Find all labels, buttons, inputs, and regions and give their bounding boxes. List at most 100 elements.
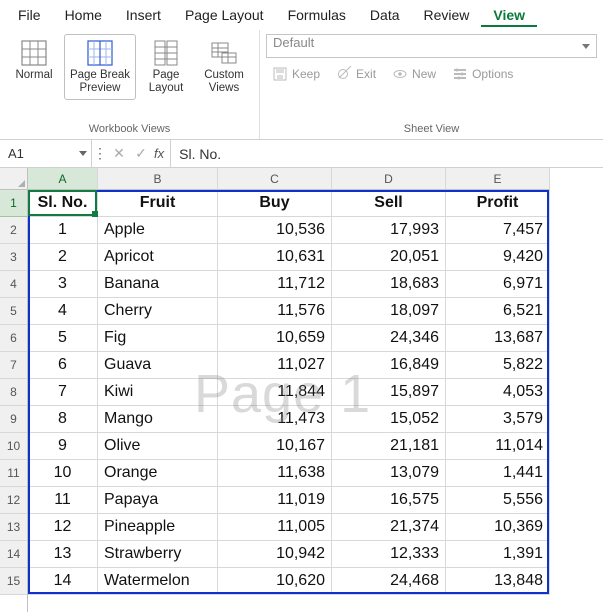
cell-D3[interactable]: 20,051 (332, 244, 446, 271)
cell-B1[interactable]: Fruit (98, 190, 218, 217)
cell-C1[interactable]: Buy (218, 190, 332, 217)
cell-A1[interactable]: Sl. No. (28, 190, 98, 217)
cell-B14[interactable]: Strawberry (98, 541, 218, 568)
cell-D2[interactable]: 17,993 (332, 217, 446, 244)
column-header-E[interactable]: E (446, 168, 550, 190)
cell-D14[interactable]: 12,333 (332, 541, 446, 568)
cell-A14[interactable]: 13 (28, 541, 98, 568)
keep-button[interactable]: Keep (268, 64, 324, 84)
cell-B3[interactable]: Apricot (98, 244, 218, 271)
row-header-7[interactable]: 7 (0, 352, 27, 379)
cell-A8[interactable]: 7 (28, 379, 98, 406)
cell-D15[interactable]: 24,468 (332, 568, 446, 595)
cell-B6[interactable]: Fig (98, 325, 218, 352)
cell-D4[interactable]: 18,683 (332, 271, 446, 298)
cell-E4[interactable]: 6,971 (446, 271, 550, 298)
formula-input[interactable]: Sl. No. (170, 140, 603, 167)
cell-A7[interactable]: 6 (28, 352, 98, 379)
cell-B15[interactable]: Watermelon (98, 568, 218, 595)
cell-E8[interactable]: 4,053 (446, 379, 550, 406)
cell-B12[interactable]: Papaya (98, 487, 218, 514)
menu-item-file[interactable]: File (6, 3, 53, 27)
cell-B13[interactable]: Pineapple (98, 514, 218, 541)
menu-item-formulas[interactable]: Formulas (276, 3, 358, 27)
cell-B8[interactable]: Kiwi (98, 379, 218, 406)
row-header-2[interactable]: 2 (0, 217, 27, 244)
menu-item-home[interactable]: Home (53, 3, 114, 27)
row-header-13[interactable]: 13 (0, 514, 27, 541)
column-header-C[interactable]: C (218, 168, 332, 190)
cell-C4[interactable]: 11,712 (218, 271, 332, 298)
row-header-6[interactable]: 6 (0, 325, 27, 352)
column-header-D[interactable]: D (332, 168, 446, 190)
cell-A12[interactable]: 11 (28, 487, 98, 514)
cell-E10[interactable]: 11,014 (446, 433, 550, 460)
row-header-10[interactable]: 10 (0, 433, 27, 460)
menu-item-insert[interactable]: Insert (114, 3, 173, 27)
cell-A3[interactable]: 2 (28, 244, 98, 271)
row-header-9[interactable]: 9 (0, 406, 27, 433)
cell-B7[interactable]: Guava (98, 352, 218, 379)
cell-E2[interactable]: 7,457 (446, 217, 550, 244)
cell-E3[interactable]: 9,420 (446, 244, 550, 271)
cell-C12[interactable]: 11,019 (218, 487, 332, 514)
cell-B5[interactable]: Cherry (98, 298, 218, 325)
cell-E1[interactable]: Profit (446, 190, 550, 217)
row-header-5[interactable]: 5 (0, 298, 27, 325)
column-header-B[interactable]: B (98, 168, 218, 190)
select-all-corner[interactable] (0, 168, 27, 190)
row-header-15[interactable]: 15 (0, 568, 27, 595)
cell-D11[interactable]: 13,079 (332, 460, 446, 487)
cell-E7[interactable]: 5,822 (446, 352, 550, 379)
cell-D13[interactable]: 21,374 (332, 514, 446, 541)
cell-E12[interactable]: 5,556 (446, 487, 550, 514)
new-button[interactable]: New (388, 64, 440, 84)
cell-B9[interactable]: Mango (98, 406, 218, 433)
row-header-1[interactable]: 1 (0, 190, 27, 217)
cell-A5[interactable]: 4 (28, 298, 98, 325)
cell-B11[interactable]: Orange (98, 460, 218, 487)
cancel-formula-button[interactable]: ✕ (108, 145, 130, 162)
row-header-8[interactable]: 8 (0, 379, 27, 406)
cell-C14[interactable]: 10,942 (218, 541, 332, 568)
cell-B2[interactable]: Apple (98, 217, 218, 244)
cell-D10[interactable]: 21,181 (332, 433, 446, 460)
cell-A2[interactable]: 1 (28, 217, 98, 244)
cell-A10[interactable]: 9 (28, 433, 98, 460)
cell-C9[interactable]: 11,473 (218, 406, 332, 433)
cell-D9[interactable]: 15,052 (332, 406, 446, 433)
accept-formula-button[interactable]: ✓ (130, 145, 152, 162)
cell-C6[interactable]: 10,659 (218, 325, 332, 352)
cell-D8[interactable]: 15,897 (332, 379, 446, 406)
cell-B10[interactable]: Olive (98, 433, 218, 460)
cell-E13[interactable]: 10,369 (446, 514, 550, 541)
cell-A6[interactable]: 5 (28, 325, 98, 352)
row-header-14[interactable]: 14 (0, 541, 27, 568)
cell-C8[interactable]: 11,844 (218, 379, 332, 406)
cell-C11[interactable]: 11,638 (218, 460, 332, 487)
cell-E5[interactable]: 6,521 (446, 298, 550, 325)
cell-B4[interactable]: Banana (98, 271, 218, 298)
row-header-11[interactable]: 11 (0, 460, 27, 487)
cell-A15[interactable]: 14 (28, 568, 98, 595)
name-box[interactable]: A1 (0, 140, 92, 167)
menu-item-view[interactable]: View (481, 3, 537, 27)
cell-D7[interactable]: 16,849 (332, 352, 446, 379)
custom-views-button[interactable]: Custom Views (196, 34, 252, 100)
cell-E14[interactable]: 1,391 (446, 541, 550, 568)
cell-D12[interactable]: 16,575 (332, 487, 446, 514)
cell-D5[interactable]: 18,097 (332, 298, 446, 325)
cell-C13[interactable]: 11,005 (218, 514, 332, 541)
cell-A13[interactable]: 12 (28, 514, 98, 541)
row-header-4[interactable]: 4 (0, 271, 27, 298)
normal-view-button[interactable]: Normal (6, 34, 62, 87)
cells-area[interactable]: Page 1 Sl. No.FruitBuySellProfit1Apple10… (28, 190, 603, 595)
cell-C7[interactable]: 11,027 (218, 352, 332, 379)
cell-D1[interactable]: Sell (332, 190, 446, 217)
page-layout-button[interactable]: Page Layout (138, 34, 194, 100)
menu-item-data[interactable]: Data (358, 3, 412, 27)
cell-C2[interactable]: 10,536 (218, 217, 332, 244)
cell-A4[interactable]: 3 (28, 271, 98, 298)
menu-item-page-layout[interactable]: Page Layout (173, 3, 276, 27)
options-button[interactable]: Options (448, 64, 517, 84)
